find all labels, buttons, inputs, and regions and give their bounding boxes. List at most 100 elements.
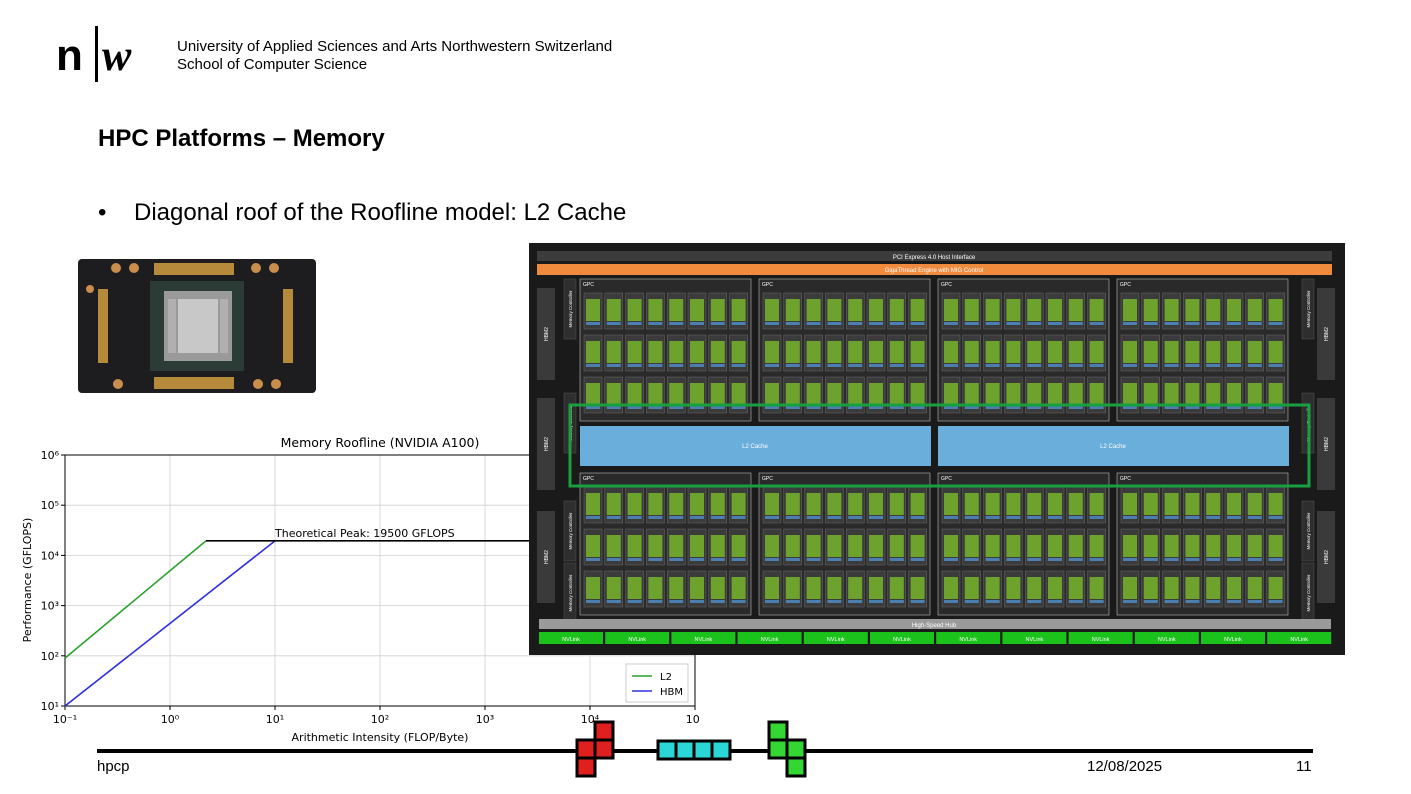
bullet-marker: • [98,199,107,226]
sm-core-array [690,577,704,599]
sm-cache [648,600,663,603]
sm-core-array [1027,341,1042,363]
sm-core-array [765,535,779,557]
sm-cache [848,516,863,519]
sm-cache [785,322,800,325]
sm-core-array [1206,577,1221,599]
sm-core-array [731,577,746,599]
sm-core-array [1123,577,1137,599]
sm-cache [1027,364,1042,367]
sm-cache [806,364,821,367]
sm-core-array [1068,577,1083,599]
sm-cache [1143,364,1158,367]
sm-core-array [806,577,821,599]
nvlink-label: NVLink [893,637,911,643]
sm-cache [964,600,979,603]
sm-cache [1268,364,1283,367]
sm-cache [1143,558,1158,561]
sm-cache [889,600,904,603]
sm-cache [806,322,821,325]
chart-title: Memory Roofline (NVIDIA A100) [281,435,480,450]
sm-cache [785,364,800,367]
sm-cache [1089,516,1104,519]
sm-cache [690,600,704,603]
sm-core-array [586,577,600,599]
sm-cache [1227,516,1241,519]
sm-core-array [848,299,863,321]
sm-core-array [944,383,958,405]
sm-core-array [1123,383,1137,405]
sm-cache [827,600,842,603]
sm-cache [1048,516,1062,519]
sm-cache [964,558,979,561]
sm-cache [944,516,958,519]
sm-cache [848,558,863,561]
sm-cache [1068,516,1083,519]
sm-cache [889,558,904,561]
hbm-label: HBM2 [544,437,550,451]
sm-cache [606,600,621,603]
memory-controller-label: Memory Controller [1306,512,1311,550]
sm-cache [586,516,600,519]
sm-cache [806,558,821,561]
sm-core-array [1185,577,1200,599]
sm-core-array [1164,577,1179,599]
sm-core-array [1164,535,1179,557]
sm-cache [964,516,979,519]
sm-core-array [1268,535,1283,557]
sm-core-array [765,341,779,363]
sm-cache [1006,516,1021,519]
sm-core-array [1027,535,1042,557]
sm-core-array [889,535,904,557]
sm-core-array [1206,299,1221,321]
gpc-label: GPC [762,282,773,288]
sm-core-array [710,299,725,321]
sm-core-array [1143,341,1158,363]
sm-core-array [1048,341,1062,363]
sm-core-array [586,341,600,363]
sm-core-array [1123,299,1137,321]
sm-cache [1185,600,1200,603]
x-tick-label: 10⁰ [161,713,180,726]
sm-cache [806,600,821,603]
sm-cache [1048,322,1062,325]
nvlink-label: NVLink [1092,637,1110,643]
sm-core-array [1027,577,1042,599]
sm-core-array [1227,493,1241,515]
a100-board-image [78,259,316,393]
sm-cache [731,558,746,561]
sm-core-array [1006,299,1021,321]
y-tick-label: 10¹ [41,700,59,713]
sm-core-array [1006,493,1021,515]
sm-core-array [869,341,883,363]
sm-cache [1027,600,1042,603]
sm-core-array [785,493,800,515]
sm-cache [586,364,600,367]
sm-core-array [964,577,979,599]
memory-controller-label: Memory Controller [1306,574,1311,612]
sm-cache [710,516,725,519]
sm-cache [586,600,600,603]
bullet-item: • Diagonal roof of the Roofline model: L2… [98,199,626,227]
sm-core-array [710,535,725,557]
sm-core-array [910,577,925,599]
sm-core-array [889,493,904,515]
sm-cache [1027,322,1042,325]
sm-core-array [1185,535,1200,557]
sm-cache [964,364,979,367]
bullet-text: Diagonal roof of the Roofline model: L2 … [134,199,627,226]
sm-cache [910,364,925,367]
sm-core-array [1247,341,1262,363]
sm-core-array [606,577,621,599]
sm-core-array [710,493,725,515]
sm-cache [1268,516,1283,519]
sm-core-array [669,341,684,363]
sm-cache [1123,364,1137,367]
sm-cache [586,322,600,325]
sm-core-array [1268,493,1283,515]
sm-core-array [1048,535,1062,557]
sm-cache [710,600,725,603]
sm-core-array [648,341,663,363]
sm-core-array [944,535,958,557]
sm-cache [785,600,800,603]
